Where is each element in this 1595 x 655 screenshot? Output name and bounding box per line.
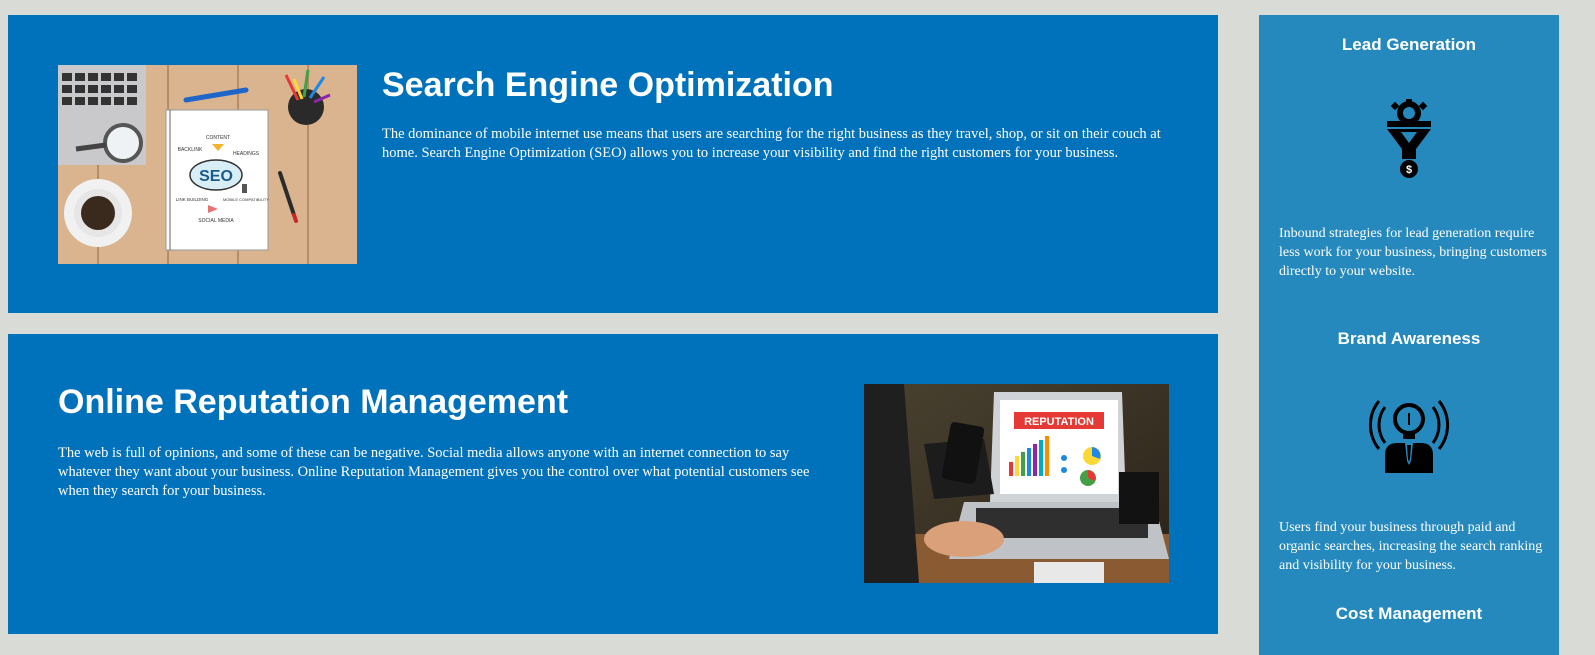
- benefits-sidebar: Lead Generation $ Inbound strategies for…: [1259, 15, 1559, 655]
- seo-tag-content: CONTENT: [206, 135, 230, 141]
- seo-tag-social-media: SOCIAL MEDIA: [198, 218, 234, 224]
- orm-image: REPUTATION: [864, 384, 1169, 583]
- orm-section: Online Reputation Management The web is …: [8, 334, 1218, 634]
- svg-text:$: $: [1406, 164, 1412, 176]
- benefit-lead-generation-title: Lead Generation: [1341, 35, 1477, 54]
- seo-tag-mobile: MOBILE COMPATIBILITY: [223, 197, 269, 202]
- benefit-brand-awareness-title: Brand Awareness: [1337, 329, 1481, 348]
- seo-desk-illustration: SEO CONTENT BACKLINK HEADINGS LINK BUILD…: [58, 65, 357, 264]
- funnel-gear-dollar-icon: $: [1369, 98, 1449, 179]
- seo-tag-backlink: BACKLINK: [178, 147, 203, 153]
- benefit-brand-awareness-text: Users find your business through paid an…: [1279, 520, 1543, 573]
- seo-title: Search Engine Optimization: [382, 66, 834, 104]
- benefit-cost-management-title: Cost Management: [1335, 604, 1483, 623]
- orm-description: The web is full of opinions, and some of…: [58, 445, 810, 499]
- seo-description: The dominance of mobile internet use mea…: [382, 126, 1161, 161]
- orm-laptop-illustration: REPUTATION: [864, 384, 1169, 583]
- seo-tag-headings: HEADINGS: [233, 151, 260, 157]
- seo-tag-link-building: LINK BUILDING: [176, 197, 209, 202]
- orm-title: Online Reputation Management: [58, 383, 569, 421]
- seo-notebook-center: SEO: [199, 168, 233, 185]
- benefit-lead-generation-text: Inbound strategies for lead generation r…: [1279, 226, 1547, 279]
- orm-screen-banner: REPUTATION: [1024, 416, 1094, 428]
- seo-image: SEO CONTENT BACKLINK HEADINGS LINK BUILD…: [58, 65, 357, 264]
- seo-section: SEO CONTENT BACKLINK HEADINGS LINK BUILD…: [8, 15, 1218, 313]
- lightbulb-person-icon: [1369, 393, 1449, 473]
